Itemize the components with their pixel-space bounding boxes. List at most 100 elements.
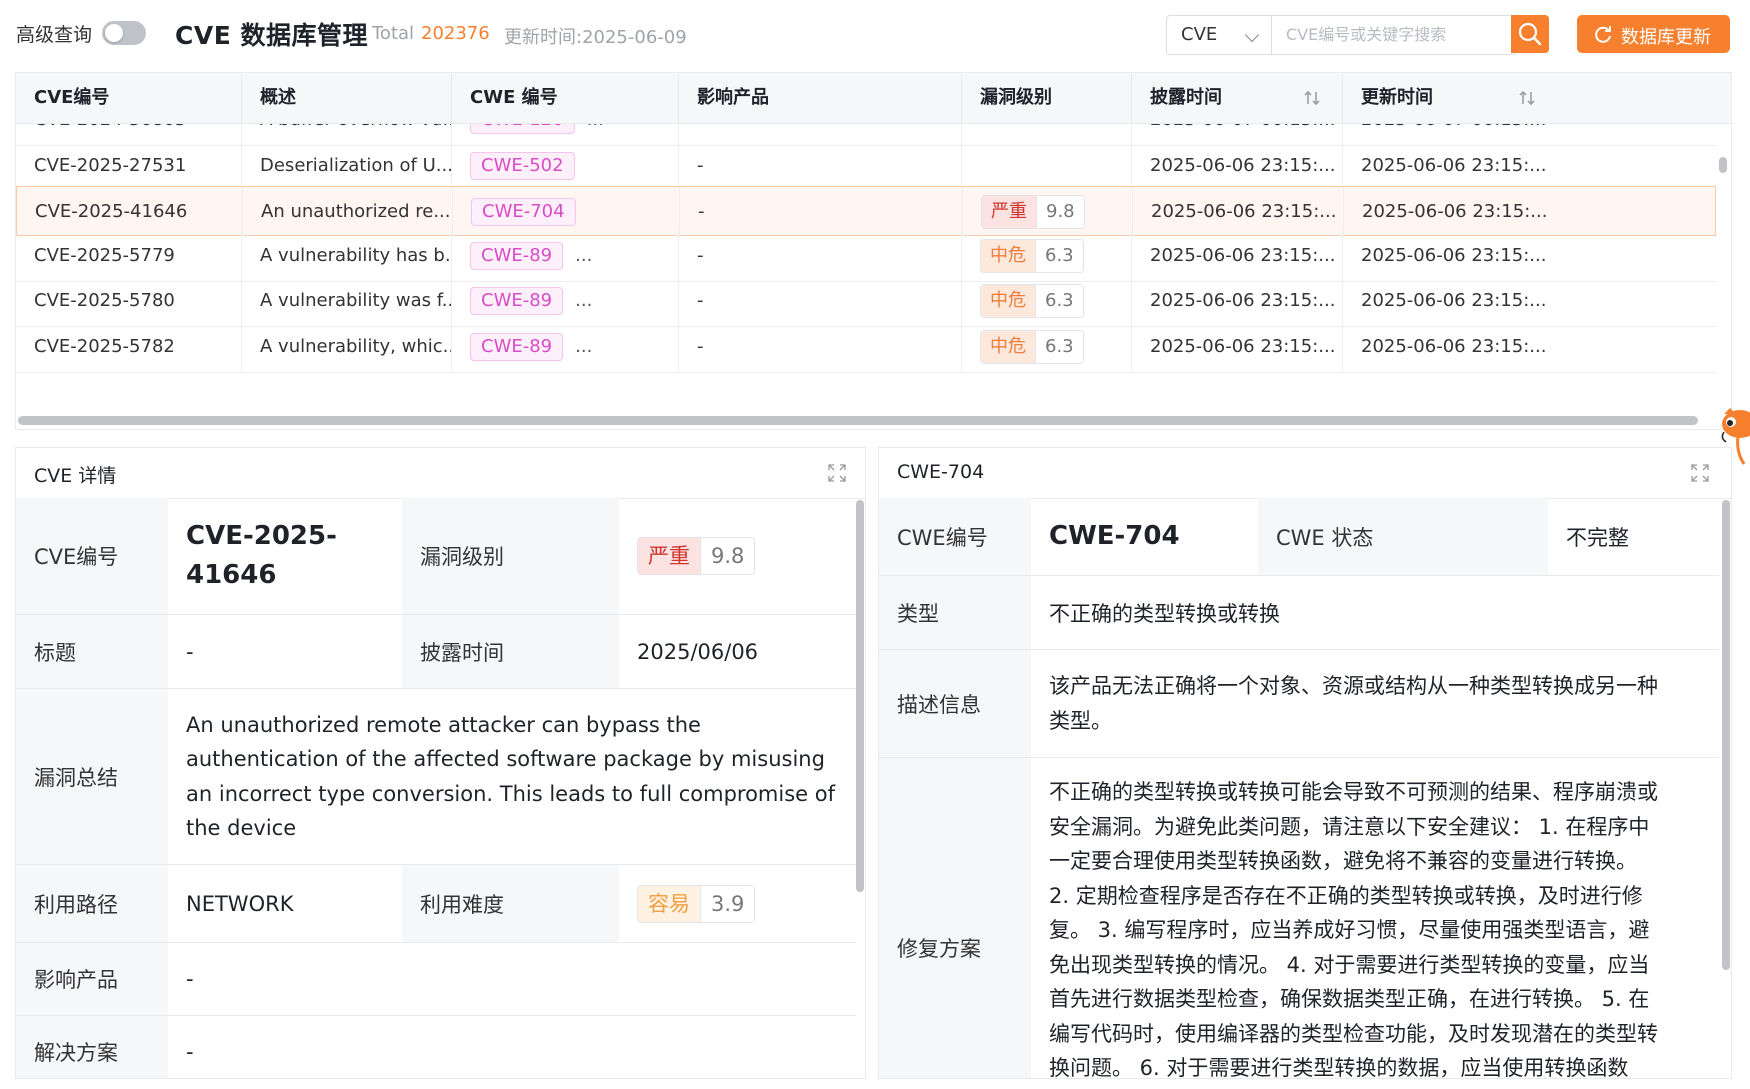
cwe-tag[interactable]: CWE-89 [470,242,564,270]
detail-row-vector: 利用路径 NETWORK 利用难度 容易 3.9 [16,865,856,943]
column-header-updated[interactable]: 更新时间 [1343,73,1731,123]
severity-value: 严重 9.8 [619,498,856,614]
cwe-cell: CWE-89... [452,276,679,326]
cwe-desc-line: 该产品无法正确将一个对象、资源或结构从一种类型转换成另一种 [1049,674,1658,698]
product-cell: - [679,322,962,372]
expand-icon[interactable] [1689,462,1711,484]
disclosed-cell: 2025-06-06 23:15:... [1132,322,1343,372]
table-row[interactable]: CVE-2025-5782 A vulnerability, whic... CWE… [16,322,1716,373]
detail-row-products: 影响产品 - [16,943,856,1016]
table-row[interactable]: CVE-2025-27531 Deserialization of U... CWE… [16,141,1716,192]
solution-value: - [186,1040,194,1064]
cve-id-cell: CVE-2025-41646 [17,187,243,237]
table-header: CVE编号 概述 CWE 编号 影响产品 漏洞级别 披露时间 更新时间 [16,73,1731,124]
advanced-query-toggle[interactable] [102,21,146,45]
cwe-status-label: CWE 状态 [1258,498,1548,575]
updated-cell: 2025-06-06 23:15:... [1361,155,1547,176]
column-header-disclosed[interactable]: 披露时间 [1132,73,1343,123]
panel-header: CVE 详情 [16,448,865,499]
severity-score: 6.3 [1035,285,1083,317]
more-indicator: ... [575,290,593,311]
product-cell: - [679,276,962,326]
cwe-tag[interactable]: CWE-89 [470,287,564,315]
cwe-tag[interactable]: CWE-502 [470,152,575,180]
search-type-value: CVE [1181,24,1218,45]
cwe-fix-line: 安全漏洞。为避免此类问题，请注意以下安全建议： 1. 在程序中 [1049,814,1650,839]
title-label: 标题 [16,615,168,688]
description-cell: A vulnerability was f... [242,276,452,326]
products-label: 影响产品 [16,943,168,1015]
cwe-fix-line: 首先进行数据类型检查，确保数据类型正确，在进行转换。 5. 在 [1049,987,1650,1011]
sort-icon[interactable] [1517,88,1537,108]
column-label: 披露时间 [1150,87,1222,108]
disclosed-cell: 2025-06-06 23:15:... [1132,141,1343,191]
refresh-icon [1595,26,1611,43]
database-update-button[interactable]: 数据库更新 [1577,15,1730,53]
search-input[interactable] [1272,16,1540,52]
cwe-cell: CWE-502 [452,141,679,191]
severity-score: 9.8 [700,538,755,574]
table-row[interactable]: CVE-2025-5780 A vulnerability was f... CWE… [16,276,1716,327]
cwe-desc-line: 类型。 [1049,708,1112,733]
cwe-detail-panel: CWE-704 CWE编号 CWE-704 CWE 状态 不完整 类型 不正确的… [878,447,1732,1079]
expand-icon[interactable] [826,462,848,484]
severity-level: 严重 [638,538,700,574]
difficulty-score: 3.9 [700,885,755,922]
disclosed-cell: 2025-06-06 23:15:... [1133,187,1344,237]
severity-cell: 中危 6.3 [962,231,1132,281]
cwe-fix-line: 复。 3. 编写程序时，应当养成好习惯，尽量使用强类型语言，避 [1049,918,1650,942]
column-label: CVE编号 [34,87,110,108]
severity-badge: 中危 6.3 [980,284,1084,318]
cwe-cell: CWE-704 [453,187,680,237]
severity-badge: 严重 9.8 [981,195,1085,229]
updated-cell: 2025-06-06 23:15:... [1361,290,1547,311]
cwe-fix-line: 编写代码时，使用编译器的类型检查功能，及时发现潜在的类型转 [1049,1021,1658,1046]
sort-icon[interactable] [1302,88,1322,108]
detail-row-summary: 漏洞总结 An unauthorized remote attacker can… [16,689,856,865]
table-row[interactable]: CVE-2025-41646 An unauthorized re... CWE-7… [16,186,1716,237]
cve-id-line: 41646 [186,560,277,590]
cve-id-cell: CVE-2025-5779 [16,231,242,281]
panel-scrollbar[interactable] [1722,500,1730,970]
table-vertical-scrollbar[interactable] [1719,157,1727,173]
column-header-description[interactable]: 概述 [242,73,452,123]
cwe-fix-label: 修复方案 [879,758,1031,1078]
description-cell: Deserialization of U... [242,141,452,191]
disclosed-value: 2025/06/06 [637,639,759,664]
cwe-desc-value: 该产品无法正确将一个对象、资源或结构从一种类型转换成另一种 类型。 [1031,650,1719,757]
disclosed-cell: 2025-06-06 23:15:... [1132,276,1343,326]
table-horizontal-scrollbar[interactable] [18,416,1698,425]
difficulty-level: 容易 [638,885,700,922]
cwe-tag[interactable]: CWE-89 [470,333,564,361]
cwe-fix-line: 不正确的类型转换或转换可能会导致不可预测的结果、程序崩溃或 [1049,780,1658,804]
summary-line: An unauthorized remote attacker can bypa… [186,712,701,737]
column-header-cwe-id[interactable]: CWE 编号 [452,73,679,123]
product-cell: - [679,141,962,191]
panel-scrollbar[interactable] [856,500,864,892]
severity-cell: 严重 9.8 [963,187,1133,237]
update-button-label: 数据库更新 [1621,27,1711,48]
cwe-fix-line: 2. 定期检查程序是否存在不正确的类型转换或转换，及时进行修 [1049,883,1643,908]
cve-id-label: CVE编号 [16,498,168,614]
search-button[interactable] [1511,15,1549,53]
column-header-cve-id[interactable]: CVE编号 [16,73,242,123]
advanced-query-label: 高级查询 [16,24,93,46]
search-type-select[interactable]: CVE [1167,16,1272,54]
cwe-tag[interactable]: CWE-704 [471,198,576,226]
description-cell: A vulnerability, whic... [242,322,452,372]
column-header-products[interactable]: 影响产品 [679,73,962,123]
more-indicator: ... [575,245,593,266]
top-bar: 高级查询 CVE 数据库管理 Total 202376 更新时间:2025-06… [0,0,1750,70]
cve-table: CVE编号 概述 CWE 编号 影响产品 漏洞级别 披露时间 更新时间 CVE-… [15,72,1732,430]
attack-vector-label: 利用路径 [16,865,168,942]
update-time: 更新时间:2025-06-09 [504,27,687,48]
description-cell: An unauthorized re... [243,187,453,237]
cve-detail-panel: CVE 详情 CVE编号 CVE-2025- 41646 漏洞级别 严重 9.8 … [15,447,866,1079]
severity-score: 6.3 [1035,331,1083,363]
severity-level: 中危 [981,285,1035,317]
table-row[interactable]: CVE-2025-5779 A vulnerability has b... CWE… [16,231,1716,282]
column-header-severity[interactable]: 漏洞级别 [962,73,1132,123]
detail-row-title: 标题 - 披露时间 2025/06/06 [16,615,856,689]
chevron-down-icon [1244,27,1260,43]
mascot-icon[interactable] [1710,402,1750,472]
